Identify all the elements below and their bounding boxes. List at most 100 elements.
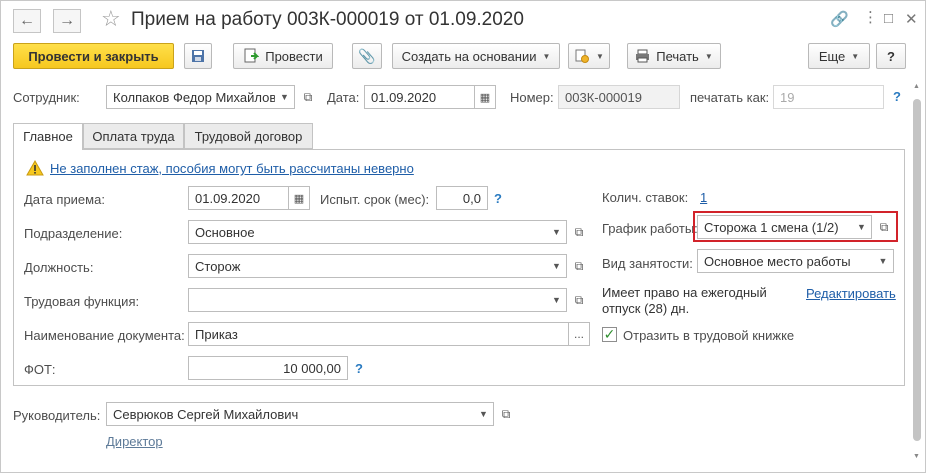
employee-label: Сотрудник: <box>13 90 80 105</box>
probation-help-icon[interactable]: ? <box>494 191 502 206</box>
fot-help-icon[interactable]: ? <box>355 361 363 376</box>
open-window-icon: ⧉ <box>574 224 584 239</box>
chevron-down-icon: ▼ <box>851 51 860 61</box>
print-as-label: печатать как: <box>690 90 770 105</box>
workbook-label: Отразить в трудовой книжке <box>623 328 795 343</box>
employee-dropdown-button[interactable]: ▼ <box>275 85 295 109</box>
manager-open-button[interactable]: ⧉ <box>495 403 517 425</box>
save-button[interactable] <box>184 43 212 69</box>
forward-button[interactable]: → <box>53 9 81 33</box>
more-label: Еще <box>818 48 846 64</box>
menu-dots-icon[interactable]: ⋮ <box>863 8 878 26</box>
printer-icon <box>636 49 650 63</box>
chevron-down-icon: ▼ <box>552 261 561 271</box>
active-tab-gap <box>14 148 82 150</box>
labor-function-open-button[interactable]: ⧉ <box>568 289 590 311</box>
post-and-close-label: Провести и закрыть <box>28 48 159 64</box>
chevron-down-icon: ▼ <box>704 51 713 61</box>
tab-contract[interactable]: Трудовой договор <box>184 123 313 149</box>
tab-payment[interactable]: Оплата труда <box>83 123 184 149</box>
close-icon[interactable]: ✕ <box>905 10 918 28</box>
number-input[interactable]: 003К-000019 <box>558 85 680 109</box>
print-as-input[interactable]: 19 <box>773 85 884 109</box>
rates-link[interactable]: 1 <box>700 190 707 205</box>
chevron-down-icon: ▼ <box>280 92 289 102</box>
date-calendar-button[interactable]: ▦ <box>474 85 496 109</box>
employee-open-button[interactable]: ⧉ <box>297 86 319 108</box>
department-label: Подразделение: <box>24 226 123 241</box>
attach-button[interactable]: 📎 <box>352 43 382 69</box>
doc-name-input[interactable]: Приказ <box>188 322 569 346</box>
print-button[interactable]: Печать ▼ <box>627 43 721 69</box>
warning-link[interactable]: Не заполнен стаж, пособия могут быть рас… <box>50 161 414 176</box>
scroll-up-icon[interactable]: ▲ <box>913 83 920 90</box>
position-label: Должность: <box>24 260 94 275</box>
scrollbar-thumb[interactable] <box>913 99 921 441</box>
position-open-button[interactable]: ⧉ <box>568 255 590 277</box>
scroll-down-icon[interactable]: ▼ <box>913 453 920 460</box>
employment-label: Вид занятости: <box>602 256 693 271</box>
schedule-label: График работы: <box>602 221 698 236</box>
chevron-down-icon: ▼ <box>878 256 888 266</box>
help-button[interactable]: ? <box>876 43 906 69</box>
chevron-down-icon: ▼ <box>596 51 604 61</box>
tab-contract-label: Трудовой договор <box>194 128 303 144</box>
arrow-left-icon: ← <box>19 12 35 29</box>
post-label: Провести <box>265 48 323 64</box>
chevron-down-icon: ▼ <box>552 295 561 305</box>
chevron-down-icon: ▼ <box>552 227 561 237</box>
doc-name-label: Наименование документа: <box>24 328 185 343</box>
department-dropdown-button[interactable]: ▼ <box>547 220 567 244</box>
print-as-help-icon[interactable]: ? <box>893 89 901 104</box>
open-window-icon: ⧉ <box>574 292 584 307</box>
manager-position-link[interactable]: Директор <box>106 434 163 449</box>
paperclip-icon: 📎 <box>358 47 376 64</box>
manager-label: Руководитель: <box>13 408 101 423</box>
more-button[interactable]: Еще ▼ <box>808 43 870 69</box>
hire-date-input[interactable]: 01.09.2020 <box>188 186 290 210</box>
link-icon[interactable]: 🔗 <box>830 10 849 28</box>
doc-name-select-button[interactable]: ... <box>568 322 590 346</box>
arrow-right-icon: → <box>59 12 75 29</box>
create-based-on-button[interactable]: Создать на основании ▼ <box>392 43 560 69</box>
manager-dropdown-button[interactable]: ▼ <box>474 402 494 426</box>
post-button[interactable]: Провести <box>233 43 333 69</box>
date-input[interactable]: 01.09.2020 <box>364 85 476 109</box>
position-input[interactable]: Сторож <box>188 254 548 278</box>
post-and-close-button[interactable]: Провести и закрыть <box>13 43 174 69</box>
fot-input[interactable]: 10 000,00 <box>188 356 348 380</box>
tab-main[interactable]: Главное <box>13 123 83 150</box>
employment-input[interactable]: Основное место работы <box>697 249 874 273</box>
calendar-icon: ▦ <box>293 192 305 205</box>
calendar-icon: ▦ <box>479 91 491 104</box>
hire-date-label: Дата приема: <box>24 192 105 207</box>
position-dropdown-button[interactable]: ▼ <box>547 254 567 278</box>
number-label: Номер: <box>510 90 554 105</box>
department-input[interactable]: Основное <box>188 220 548 244</box>
labor-function-input[interactable] <box>188 288 548 312</box>
labor-function-dropdown-button[interactable]: ▼ <box>547 288 567 312</box>
post-document-icon <box>244 48 260 63</box>
employment-dropdown-button[interactable]: ▼ <box>873 249 894 273</box>
employee-input[interactable]: Колпаков Федор Михайлов <box>106 85 276 109</box>
probation-label: Испыт. срок (мес): <box>320 192 430 207</box>
create-based-on-label: Создать на основании <box>401 48 537 64</box>
favorite-star-icon[interactable]: ☆ <box>101 6 121 32</box>
hire-date-calendar-button[interactable]: ▦ <box>288 186 310 210</box>
chevron-down-icon: ▼ <box>542 51 551 61</box>
rates-label: Колич. ставок: <box>602 190 689 205</box>
related-docs-button[interactable]: ▼ <box>568 43 610 69</box>
workbook-checkbox[interactable]: ✓ <box>602 327 617 342</box>
fot-label: ФОТ: <box>24 362 56 377</box>
warning-icon <box>26 160 44 176</box>
maximize-icon[interactable]: □ <box>884 10 893 27</box>
probation-input[interactable]: 0,0 <box>436 186 488 210</box>
tab-main-label: Главное <box>23 129 73 144</box>
edit-vacation-link[interactable]: Редактировать <box>806 286 896 301</box>
back-button[interactable]: ← <box>13 9 41 33</box>
manager-input[interactable]: Севрюков Сергей Михайлович <box>106 402 475 426</box>
chevron-down-icon: ▼ <box>479 409 488 419</box>
department-open-button[interactable]: ⧉ <box>568 221 590 243</box>
tab-payment-label: Оплата труда <box>92 128 175 144</box>
documents-icon <box>575 49 590 63</box>
